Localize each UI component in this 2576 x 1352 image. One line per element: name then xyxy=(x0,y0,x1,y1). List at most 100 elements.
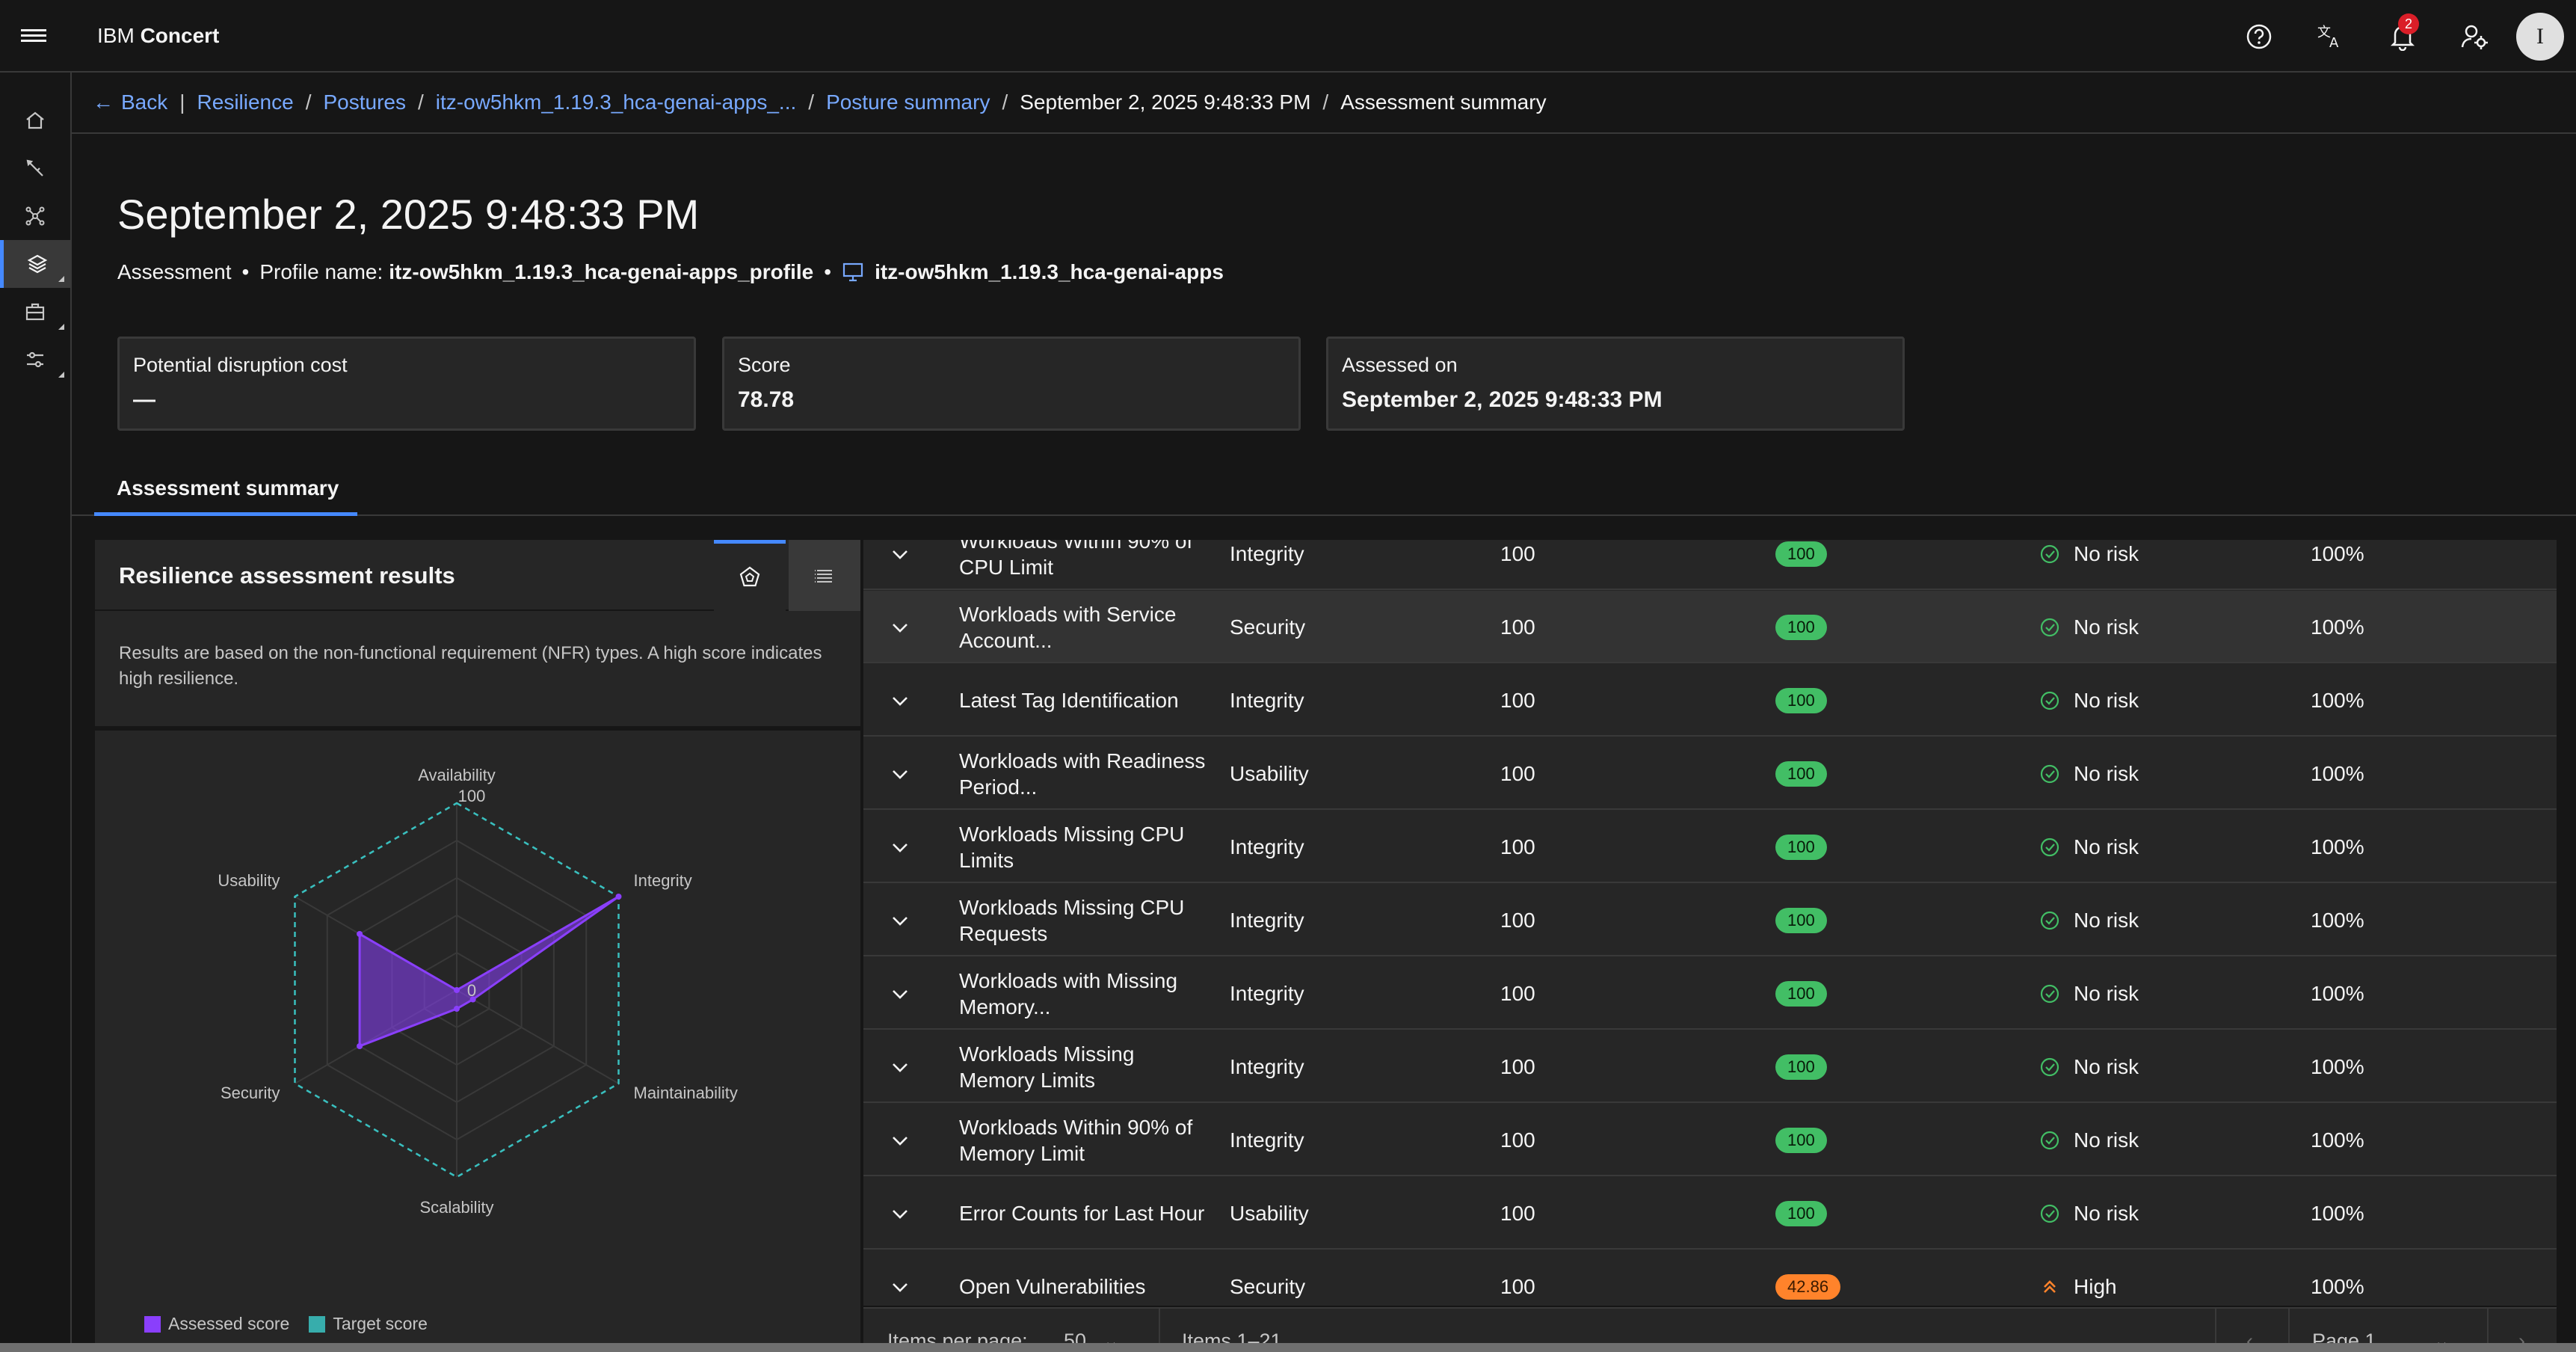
nfr-type: Usability xyxy=(1230,1201,1309,1225)
score-cell: 100 xyxy=(1775,1177,1827,1250)
expand-row-chevron-icon[interactable] xyxy=(890,1104,910,1176)
expand-row-chevron-icon[interactable] xyxy=(890,737,910,810)
breadcrumb-posture-summary[interactable]: Posture summary xyxy=(826,90,990,114)
expand-row-chevron-icon[interactable] xyxy=(890,884,910,956)
brand-name: Concert xyxy=(140,23,220,47)
expand-row-chevron-icon[interactable] xyxy=(890,957,910,1030)
tile-label: Score xyxy=(738,354,791,376)
breadcrumb-back[interactable]: Back xyxy=(121,90,167,114)
score-tag: 100 xyxy=(1775,687,1827,713)
assessed-on-tile: Assessed on September 2, 2025 9:48:33 PM xyxy=(1326,337,1905,431)
app-title[interactable]: IBM Concert xyxy=(97,24,219,48)
target-value: 100 xyxy=(1500,1054,1535,1078)
user-avatar[interactable]: I xyxy=(2516,12,2564,61)
checkmark-circle-icon xyxy=(2039,690,2060,711)
table-row[interactable]: Workloads Within 90% of CPU Limit Integri… xyxy=(863,540,2557,590)
score-tag: 42.86 xyxy=(1775,1273,1841,1300)
score-tag: 100 xyxy=(1775,614,1827,640)
breadcrumb-separator: / xyxy=(417,90,424,114)
table-row[interactable]: Workloads Missing Memory Limits Integrity… xyxy=(863,1030,2557,1103)
legend-target-label[interactable]: Target score xyxy=(333,1314,428,1334)
table-row[interactable]: Workloads Missing CPU Requests Integrity 1… xyxy=(863,884,2557,956)
breadcrumb-resilience[interactable]: Resilience xyxy=(197,90,294,114)
radar-axis-label: Usability xyxy=(218,871,280,890)
menu-icon[interactable] xyxy=(0,0,67,72)
table-row[interactable]: Workloads with Readiness Period... Usabil… xyxy=(863,737,2557,810)
settings-sliders-icon[interactable] xyxy=(0,336,70,384)
radar-chart: Availability Integrity Maintainability Scal… xyxy=(95,712,860,1352)
breadcrumb-postures[interactable]: Postures xyxy=(323,90,406,114)
nfr-type: Integrity xyxy=(1230,541,1304,565)
legend-assessed-label[interactable]: Assessed score xyxy=(168,1314,289,1334)
operations-icon[interactable] xyxy=(0,288,70,336)
table-row[interactable]: Workloads with Missing Memory... Integrit… xyxy=(863,957,2557,1030)
nfr-type: Security xyxy=(1230,615,1306,639)
table-row[interactable]: Workloads Missing CPU Limits Integrity 100… xyxy=(863,811,2557,883)
application-icon xyxy=(842,262,864,283)
radar-svg: Availability Integrity Maintainability Scal… xyxy=(218,766,738,1217)
checkmark-circle-icon xyxy=(2039,1057,2060,1078)
translate-icon[interactable]: 文A xyxy=(2295,0,2367,73)
expand-row-chevron-icon[interactable] xyxy=(890,591,910,663)
legend-assessed-swatch xyxy=(144,1315,161,1333)
user-admin-icon[interactable] xyxy=(2438,0,2510,73)
compliance-percent: 100% xyxy=(2311,1054,2364,1078)
table-row[interactable]: Latest Tag Identification Integrity 100 100… xyxy=(863,664,2557,737)
home-icon[interactable] xyxy=(0,96,70,144)
expand-row-chevron-icon[interactable] xyxy=(890,664,910,737)
compliance-percent: 100% xyxy=(2311,908,2364,932)
rule-name: Workloads Within 90% of Memory Limit xyxy=(959,1115,1193,1165)
checkmark-circle-icon xyxy=(2039,1130,2060,1151)
radar-axis-label: Maintainability xyxy=(634,1084,738,1102)
notification-badge: 2 xyxy=(2398,13,2419,34)
target-value: 100 xyxy=(1500,1128,1535,1152)
expand-row-chevron-icon[interactable] xyxy=(890,1030,910,1103)
notification-icon[interactable]: 2 xyxy=(2367,0,2438,73)
score-tag: 100 xyxy=(1775,907,1827,933)
nfr-type: Integrity xyxy=(1230,688,1304,712)
profile-value: itz-ow5hkm_1.19.3_hca-genai-apps_profile xyxy=(389,260,814,283)
chart-view-button[interactable] xyxy=(714,540,786,611)
rule-name: Workloads Missing CPU Requests xyxy=(959,895,1185,945)
score-cell: 100 xyxy=(1775,957,1827,1030)
breadcrumb-posture[interactable]: itz-ow5hkm_1.19.3_hca-genai-apps_... xyxy=(436,90,797,114)
risk-label: No risk xyxy=(2074,1201,2139,1225)
target-value: 100 xyxy=(1500,541,1535,565)
score-cell: 100 xyxy=(1775,1104,1827,1176)
topology-icon[interactable] xyxy=(0,192,70,240)
target-value: 100 xyxy=(1500,615,1535,639)
score-cell: 100 xyxy=(1775,1030,1827,1103)
card-title: Resilience assessment results xyxy=(119,562,455,589)
expand-row-chevron-icon[interactable] xyxy=(890,811,910,883)
expand-row-chevron-icon[interactable] xyxy=(890,1177,910,1250)
side-rail xyxy=(0,73,72,1352)
help-icon[interactable] xyxy=(2223,0,2295,73)
resilience-layers-icon[interactable] xyxy=(0,240,70,288)
table-view-button[interactable] xyxy=(789,540,860,611)
tools-icon[interactable] xyxy=(0,144,70,192)
score-cell: 100 xyxy=(1775,811,1827,883)
checkmark-circle-icon xyxy=(2039,837,2060,858)
legend-target-swatch xyxy=(309,1315,326,1333)
risk-label: No risk xyxy=(2074,1128,2139,1152)
tab-assessment-summary[interactable]: Assessment summary xyxy=(94,464,357,516)
table-row[interactable]: Workloads with Service Account... Securit… xyxy=(863,591,2557,663)
rule-name: Error Counts for Last Hour xyxy=(959,1202,1205,1225)
table-row[interactable]: Error Counts for Last Hour Usability 100 10… xyxy=(863,1177,2557,1250)
risk-status: No risk xyxy=(2039,540,2139,590)
expand-row-chevron-icon[interactable] xyxy=(890,1250,910,1306)
back-arrow-icon[interactable]: ← xyxy=(93,90,114,114)
rule-name: Open Vulnerabilities xyxy=(959,1275,1146,1298)
chart-legend: Assessed score Target score xyxy=(144,1314,428,1334)
brand-prefix: IBM xyxy=(97,23,135,47)
application-name[interactable]: itz-ow5hkm_1.19.3_hca-genai-apps xyxy=(875,260,1224,284)
risk-label: High xyxy=(2074,1274,2117,1298)
radar-axis-label: Availability xyxy=(418,766,496,784)
table-row[interactable]: Workloads Within 90% of Memory Limit Inte… xyxy=(863,1104,2557,1176)
risk-status: No risk xyxy=(2039,737,2139,810)
table-row[interactable]: Open Vulnerabilities Security 100 42.86 High… xyxy=(863,1250,2557,1306)
radar-chart-icon xyxy=(739,566,760,587)
expand-row-chevron-icon[interactable] xyxy=(890,540,910,590)
checkmark-circle-icon xyxy=(2039,763,2060,784)
target-value: 100 xyxy=(1500,761,1535,785)
